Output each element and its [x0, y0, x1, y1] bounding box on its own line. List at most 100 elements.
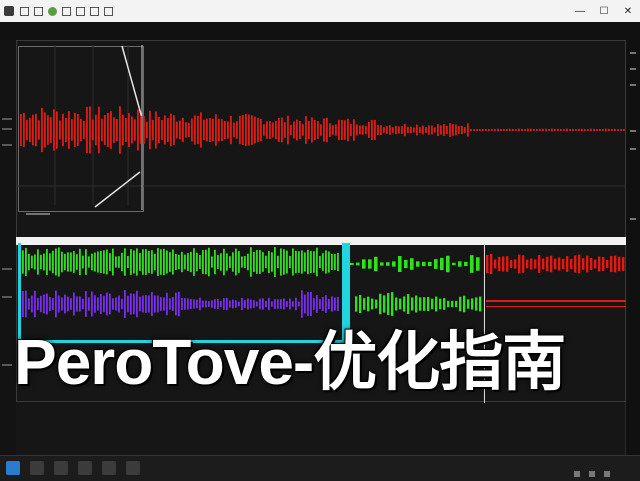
waveform-bar: [584, 129, 586, 131]
waveform-bar: [431, 125, 433, 135]
waveform-bar: [98, 106, 100, 154]
waveform-bar: [173, 115, 175, 145]
waveform-bar: [449, 123, 451, 137]
waveform-bar: [170, 113, 172, 147]
waveform-bar: [455, 124, 457, 136]
waveform-bar: [602, 129, 604, 131]
waveform-bar: [323, 118, 325, 142]
waveform-bar: [599, 129, 601, 131]
waveform-bar: [305, 116, 307, 144]
waveform-bar: [101, 118, 103, 142]
windows-start-icon[interactable]: [6, 461, 20, 475]
waveform-bar: [278, 117, 280, 143]
waveform-bar: [50, 117, 52, 143]
waveform-bar: [233, 122, 235, 138]
waveform-bar: [614, 128, 616, 132]
waveform-bar: [203, 119, 205, 141]
waveform-bar: [320, 124, 322, 136]
waveform-bar: [475, 297, 478, 311]
waveform-bar: [467, 123, 469, 137]
waveform-bar: [338, 119, 340, 141]
waveform-bar: [470, 255, 474, 273]
waveform-bar: [374, 119, 376, 141]
waveform-bar: [395, 125, 397, 135]
waveform-bar: [367, 296, 370, 312]
waveform-bar: [355, 296, 358, 312]
waveform-bar: [383, 127, 385, 133]
waveform-bar: [596, 129, 598, 131]
waveform-bar: [365, 125, 367, 135]
waveform-bar: [617, 129, 619, 131]
waveform-bar: [375, 299, 378, 309]
waveform-bar: [515, 129, 517, 131]
waveform-bar: [179, 120, 181, 140]
waveform-bar: [239, 115, 241, 145]
waveform-bar: [176, 121, 178, 139]
waveform-bar: [317, 121, 319, 139]
waveform-bar: [479, 129, 481, 131]
waveform-bar: [230, 115, 232, 145]
waveform-bar: [557, 128, 559, 132]
waveform-bar: [533, 129, 535, 131]
waveform-bar: [452, 124, 454, 136]
waveform-bar: [419, 127, 421, 133]
system-tray: [574, 462, 634, 477]
waveform-bar: [200, 112, 202, 148]
waveform-bar: [116, 118, 118, 142]
waveform-bar: [290, 124, 292, 136]
waveform-bar: [44, 112, 46, 148]
waveform-bar: [521, 128, 523, 132]
network-icon[interactable]: [574, 471, 580, 477]
waveform-bar: [425, 126, 427, 134]
waveform-bar: [107, 113, 109, 147]
waveform-bar: [251, 115, 253, 145]
waveform-bar: [593, 128, 595, 132]
waveform-bar: [572, 128, 574, 132]
waveform-bar: [407, 126, 409, 134]
waveform-bar: [332, 125, 334, 135]
waveform-bar: [362, 125, 364, 135]
waveform-bar: [415, 295, 418, 313]
waveform-bar: [488, 129, 490, 131]
automation-line: [94, 171, 141, 208]
waveform-bar: [152, 119, 154, 141]
waveform-bar: [434, 127, 436, 133]
waveform-bar: [89, 106, 91, 154]
waveform-bar: [245, 113, 247, 147]
waveform-bar: [59, 120, 61, 140]
waveform-bar: [344, 120, 346, 140]
waveform-bar: [539, 128, 541, 132]
waveform-bar: [146, 121, 148, 139]
waveform-bar: [410, 258, 414, 270]
waveform-bar: [302, 124, 304, 136]
waveform-bar: [419, 297, 422, 311]
waveform-bar: [80, 118, 82, 142]
waveform-bar: [35, 113, 37, 147]
waveform-bar: [356, 262, 360, 266]
clock-icon[interactable]: [604, 471, 611, 477]
app-taskbar-icon[interactable]: [126, 461, 140, 475]
waveform-bar: [122, 114, 124, 146]
waveform-bar: [563, 129, 565, 131]
waveform-bar: [374, 256, 378, 272]
waveform-bar: [371, 298, 374, 310]
waveform-bar: [77, 113, 79, 147]
waveform-bar: [623, 129, 625, 131]
waveform-bar: [440, 125, 442, 135]
automation-line: [121, 45, 143, 119]
waveform-bar: [410, 126, 412, 134]
waveform-bar: [26, 119, 28, 141]
waveform-bar: [611, 129, 613, 131]
browser-icon[interactable]: [102, 461, 116, 475]
waveform-bar: [263, 124, 265, 136]
volume-icon[interactable]: [589, 471, 596, 477]
folder-icon[interactable]: [78, 461, 92, 475]
waveform-bar: [32, 114, 34, 146]
waveform-bar: [53, 109, 55, 151]
waveform-bar: [389, 125, 391, 135]
task-view-icon[interactable]: [54, 461, 68, 475]
waveform-bar: [404, 259, 408, 269]
waveform-bar: [74, 112, 76, 148]
search-icon[interactable]: [30, 461, 44, 475]
waveform-bar: [236, 121, 238, 139]
